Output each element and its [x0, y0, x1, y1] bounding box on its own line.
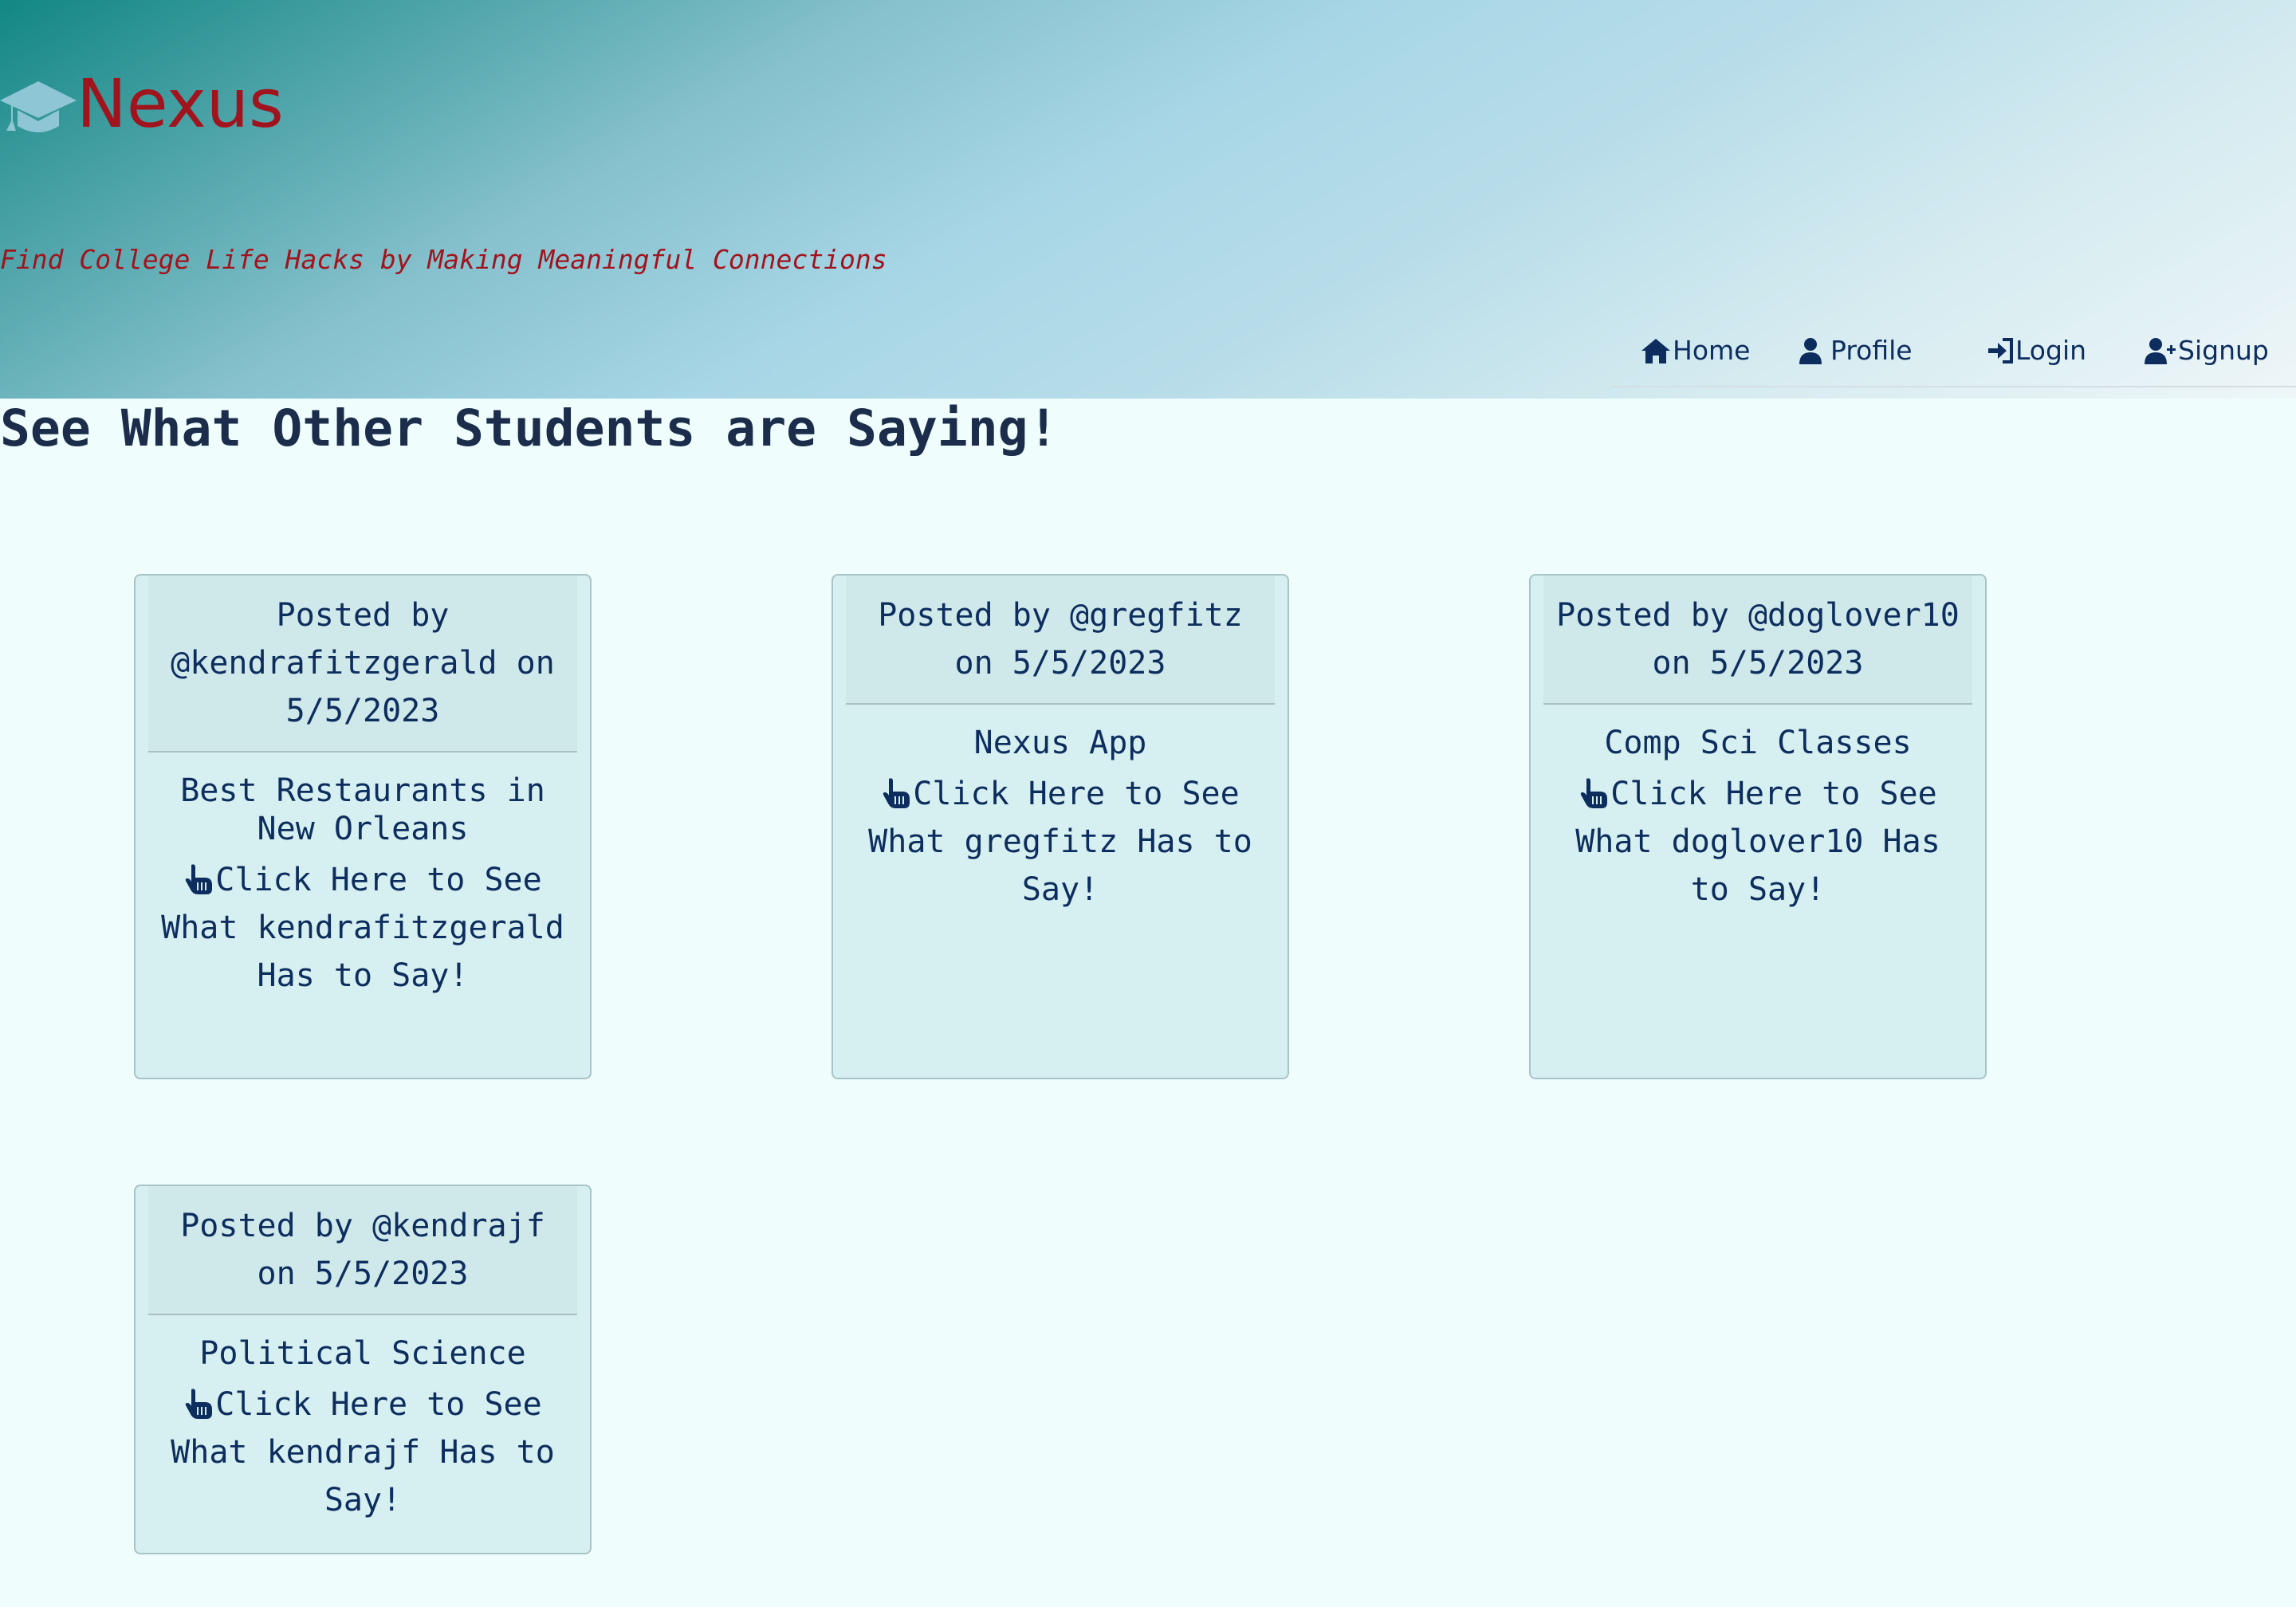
nav-profile-label: Profile — [1830, 335, 1913, 366]
graduation-cap-icon — [0, 70, 77, 137]
post-body: Comp Sci Classes Click Here to See What … — [1531, 705, 1985, 929]
post-card: Posted by @kendrafitzgerald on 5/5/2023 … — [134, 574, 592, 1079]
nav-home-label: Home — [1673, 335, 1751, 366]
post-body: Political Science Click Here to See What… — [136, 1315, 590, 1540]
post-header: Posted by @doglover10 on 5/5/2023 — [1543, 576, 1972, 705]
home-icon — [1641, 337, 1673, 364]
nav-login-label: Login — [2015, 335, 2087, 366]
pointing-hand-icon — [183, 1385, 215, 1419]
user-plus-icon — [2145, 337, 2178, 364]
post-link-text: Click Here to See What kendrajf Has to S… — [171, 1386, 555, 1519]
post-link[interactable]: Click Here to See What kendrajf Has to S… — [159, 1381, 566, 1524]
nav-login[interactable]: Login — [1987, 335, 2086, 366]
post-card: Posted by @gregfitz on 5/5/2023 Nexus Ap… — [832, 574, 1289, 1079]
post-card: Posted by @kendrajf on 5/5/2023 Politica… — [134, 1185, 592, 1554]
post-link-text: Click Here to See What kendrafitzgerald … — [161, 862, 564, 994]
post-header: Posted by @gregfitz on 5/5/2023 — [846, 576, 1275, 705]
post-header: Posted by @kendrafitzgerald on 5/5/2023 — [148, 576, 577, 752]
pointing-hand-icon — [1578, 775, 1610, 808]
pointing-hand-icon — [183, 861, 215, 894]
post-header: Posted by @kendrajf on 5/5/2023 — [148, 1186, 577, 1315]
site-header: Nexus Find College Life Hacks by Making … — [0, 0, 2296, 399]
main-nav: Home Profile Login Signup — [1612, 322, 2296, 387]
post-link-text: Click Here to See What doglover10 Has to… — [1575, 776, 1940, 908]
post-title: Nexus App — [973, 725, 1147, 761]
brand[interactable]: Nexus — [0, 70, 284, 137]
nav-signup[interactable]: Signup — [2145, 335, 2269, 366]
post-title: Comp Sci Classes — [1604, 725, 1912, 761]
post-body: Best Restaurants in New Orleans Click He… — [136, 752, 590, 1016]
nav-home[interactable]: Home — [1641, 335, 1750, 366]
brand-name: Nexus — [77, 65, 284, 143]
post-link[interactable]: Click Here to See What kendrafitzgerald … — [159, 856, 566, 1000]
post-body: Nexus App Click Here to See What gregfit… — [833, 705, 1288, 929]
post-title: Best Restaurants in New Orleans — [180, 772, 545, 847]
post-link[interactable]: Click Here to See What gregfitz Has to S… — [857, 770, 1264, 914]
page-title: See What Other Students are Saying! — [0, 399, 1059, 458]
sign-in-icon — [1987, 337, 2015, 364]
nav-profile[interactable]: Profile — [1797, 335, 1913, 366]
post-link[interactable]: Click Here to See What doglover10 Has to… — [1555, 770, 1961, 914]
post-title: Political Science — [199, 1335, 526, 1372]
pointing-hand-icon — [881, 775, 913, 808]
user-icon — [1797, 337, 1826, 364]
nav-signup-label: Signup — [2178, 335, 2269, 366]
post-card: Posted by @doglover10 on 5/5/2023 Comp S… — [1529, 574, 1987, 1079]
tagline: Find College Life Hacks by Making Meanin… — [0, 244, 887, 275]
post-link-text: Click Here to See What gregfitz Has to S… — [868, 776, 1252, 908]
